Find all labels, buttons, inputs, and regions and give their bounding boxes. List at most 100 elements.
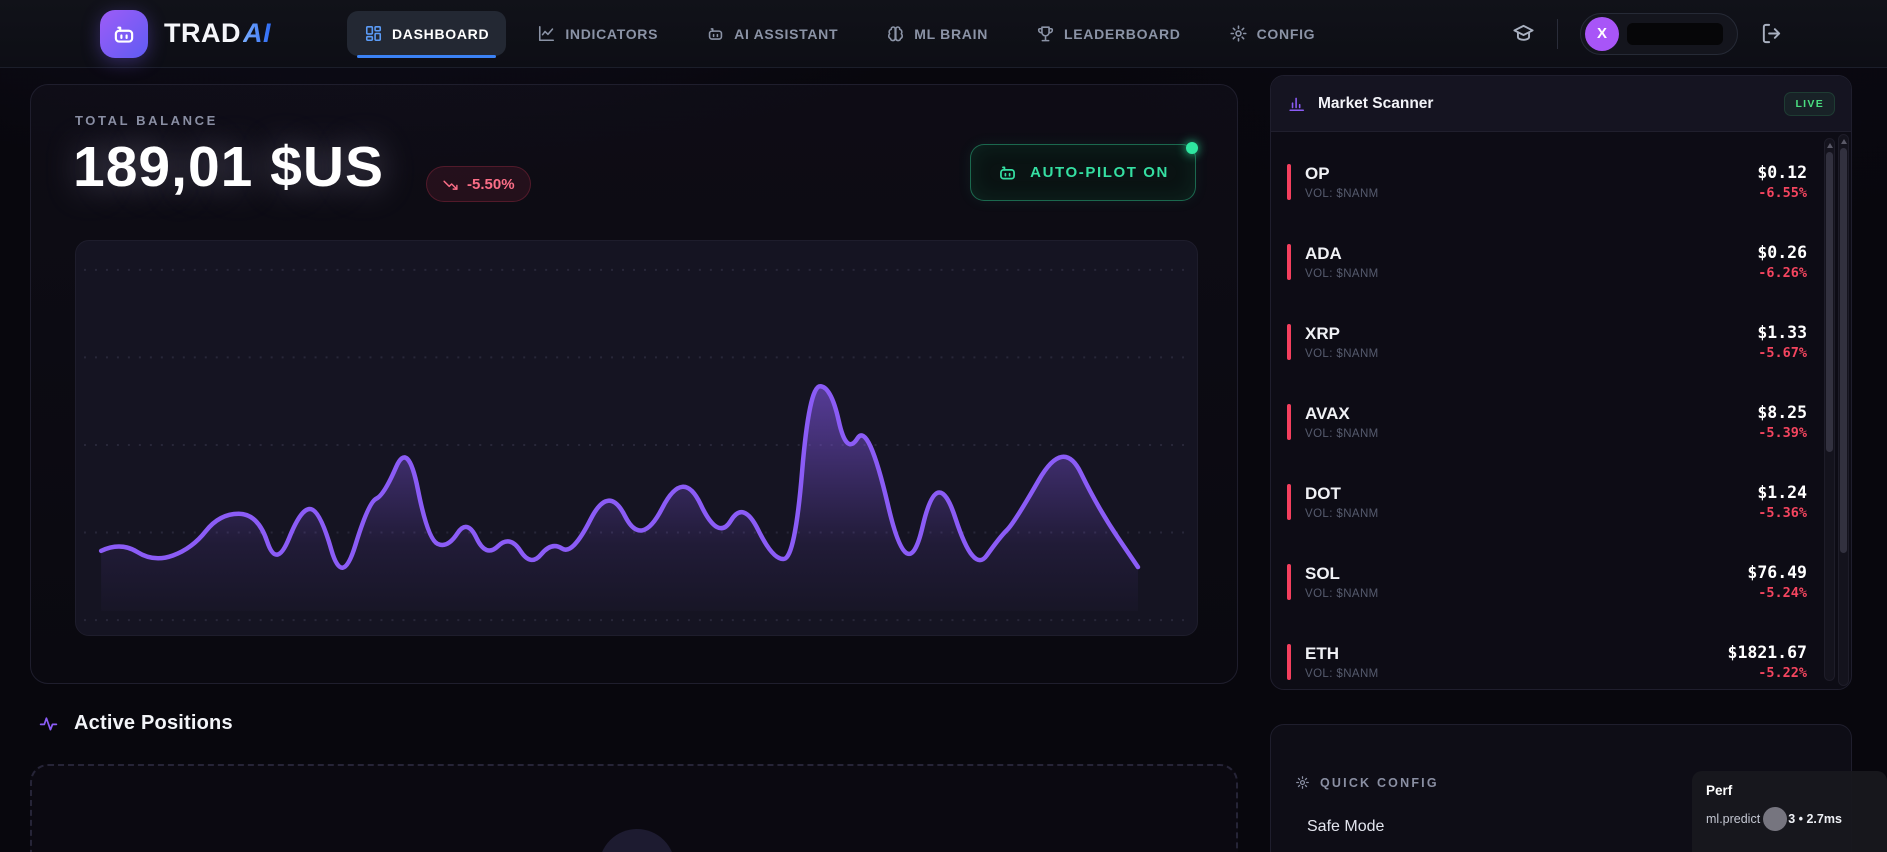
perf-metric-row: ml.predict 3 • 2.7ms — [1706, 807, 1873, 831]
volume: VOL: $NANM — [1305, 348, 1379, 360]
active-positions-card — [30, 764, 1238, 852]
nav-label: ML BRAIN — [914, 25, 989, 42]
perf-title: Perf — [1706, 783, 1733, 798]
autopilot-toggle-button[interactable]: AUTO-PILOT ON — [970, 142, 1198, 201]
scanner-row[interactable]: OP VOL: $NANM $0.12 -6.55% — [1271, 142, 1823, 222]
nav-label: LEADERBOARD — [1064, 25, 1181, 42]
volume: VOL: $NANM — [1305, 268, 1379, 280]
app-logo[interactable] — [100, 9, 148, 58]
brand-prefix: TRAD — [164, 18, 241, 48]
trending-down-icon — [443, 180, 458, 190]
autopilot-label: AUTO-PILOT ON — [1030, 164, 1169, 181]
divider — [1557, 18, 1558, 49]
scanner-list: OP VOL: $NANM $0.12 -6.55% ADA VOL: $NAN… — [1271, 132, 1823, 689]
gear-icon — [1230, 25, 1247, 42]
username-redacted — [1627, 22, 1723, 45]
row-accent-bar — [1287, 404, 1291, 440]
nav-right-cluster: X — [1512, 12, 1783, 55]
balance-change-badge: -5.50% — [426, 166, 531, 202]
row-accent-bar — [1287, 324, 1291, 360]
symbol: DOT — [1305, 484, 1341, 503]
volume: VOL: $NANM — [1305, 668, 1379, 680]
trophy-icon — [1037, 26, 1054, 42]
market-scanner-header: Market Scanner LIVE — [1271, 76, 1851, 132]
volume: VOL: $NANM — [1305, 428, 1379, 440]
live-badge: LIVE — [1784, 91, 1835, 116]
volume: VOL: $NANM — [1305, 188, 1379, 200]
perf-dot — [1763, 807, 1788, 831]
scrollbar-thumb[interactable] — [1826, 152, 1833, 452]
nav-label: DASHBOARD — [392, 25, 490, 42]
status-dot — [1186, 142, 1198, 154]
symbol: AVAX — [1305, 404, 1350, 423]
price: $0.26 — [1757, 243, 1807, 262]
price: $1821.67 — [1727, 643, 1807, 662]
tab-ai-assistant[interactable]: AI ASSISTANT — [689, 11, 855, 56]
activity-icon — [39, 717, 58, 731]
user-menu[interactable]: X — [1580, 12, 1738, 55]
quick-config-header: QUICK CONFIG — [1295, 775, 1439, 790]
row-accent-bar — [1287, 164, 1291, 200]
tab-indicators[interactable]: INDICATORS — [520, 11, 675, 56]
empty-state-circle — [599, 829, 675, 852]
balance-chart-card — [75, 240, 1198, 636]
balance-change-value: -5.50% — [467, 175, 515, 193]
robot-icon — [114, 26, 134, 43]
config-item-safe-mode[interactable]: Safe Mode — [1307, 818, 1384, 836]
symbol: OP — [1305, 164, 1330, 183]
change-percent: -5.36% — [1758, 505, 1807, 521]
top-nav: TRADAI DASHBOARD INDICATORS AI ASSISTANT — [0, 0, 1887, 68]
brand-name: TRADAI — [164, 18, 271, 49]
nav-label: INDICATORS — [565, 25, 659, 42]
price: $8.25 — [1757, 403, 1807, 422]
brain-icon — [888, 26, 904, 42]
nav-label: CONFIG — [1256, 25, 1316, 42]
education-icon[interactable] — [1512, 22, 1535, 45]
balance-amount: 189,01 $US — [73, 135, 385, 199]
active-positions-header: Active Positions — [38, 712, 233, 735]
scanner-row[interactable]: SOL VOL: $NANM $76.49 -5.24% — [1271, 542, 1823, 622]
symbol: ADA — [1305, 244, 1342, 263]
tab-ml-brain[interactable]: ML BRAIN — [869, 11, 1005, 56]
list-scrollbar[interactable] — [1824, 138, 1835, 681]
scanner-row[interactable]: DOT VOL: $NANM $1.24 -5.36% — [1271, 462, 1823, 542]
symbol: SOL — [1305, 564, 1340, 583]
change-percent: -6.26% — [1758, 265, 1807, 281]
market-scanner-card: Market Scanner LIVE OP VOL: $NANM $0.12 … — [1270, 75, 1852, 690]
volume: VOL: $NANM — [1305, 588, 1379, 600]
gear-icon — [1296, 776, 1309, 789]
symbol: XRP — [1305, 324, 1340, 343]
nav-label: AI ASSISTANT — [734, 25, 839, 42]
balance-chart — [83, 268, 1190, 622]
row-accent-bar — [1287, 484, 1291, 520]
symbol: ETH — [1305, 644, 1339, 663]
row-accent-bar — [1287, 644, 1291, 680]
main-nav: DASHBOARD INDICATORS AI ASSISTANT ML BRA… — [347, 0, 1332, 67]
avatar: X — [1585, 16, 1619, 51]
scanner-row[interactable]: ADA VOL: $NANM $0.26 -6.26% — [1271, 222, 1823, 302]
scrollbar-thumb[interactable] — [1840, 148, 1847, 553]
panel-title: Market Scanner — [1318, 94, 1434, 112]
balance-card: TOTAL BALANCE 189,01 $US -5.50% AUTO-PIL… — [30, 84, 1238, 684]
section-title: Active Positions — [74, 712, 233, 734]
scroll-up-arrow[interactable] — [1827, 143, 1833, 148]
panel-scrollbar[interactable] — [1838, 134, 1849, 686]
change-percent: -5.24% — [1758, 585, 1807, 601]
logout-icon[interactable] — [1760, 22, 1783, 45]
price: $0.12 — [1757, 163, 1807, 182]
change-percent: -5.39% — [1758, 425, 1807, 441]
tab-leaderboard[interactable]: LEADERBOARD — [1019, 11, 1198, 56]
scanner-row[interactable]: ETH VOL: $NANM $1821.67 -5.22% — [1271, 622, 1823, 689]
row-accent-bar — [1287, 564, 1291, 600]
volume: VOL: $NANM — [1305, 508, 1379, 520]
line-chart-icon — [539, 25, 555, 42]
change-percent: -5.67% — [1758, 345, 1807, 361]
price: $1.24 — [1757, 483, 1807, 502]
scanner-row[interactable]: AVAX VOL: $NANM $8.25 -5.39% — [1271, 382, 1823, 462]
scanner-row[interactable]: XRP VOL: $NANM $1.33 -5.67% — [1271, 302, 1823, 382]
scroll-up-arrow[interactable] — [1841, 139, 1847, 144]
tab-dashboard[interactable]: DASHBOARD — [347, 11, 507, 58]
price: $1.33 — [1757, 323, 1807, 342]
tab-config[interactable]: CONFIG — [1212, 11, 1333, 56]
perf-metric-name: ml.predict — [1706, 812, 1761, 826]
